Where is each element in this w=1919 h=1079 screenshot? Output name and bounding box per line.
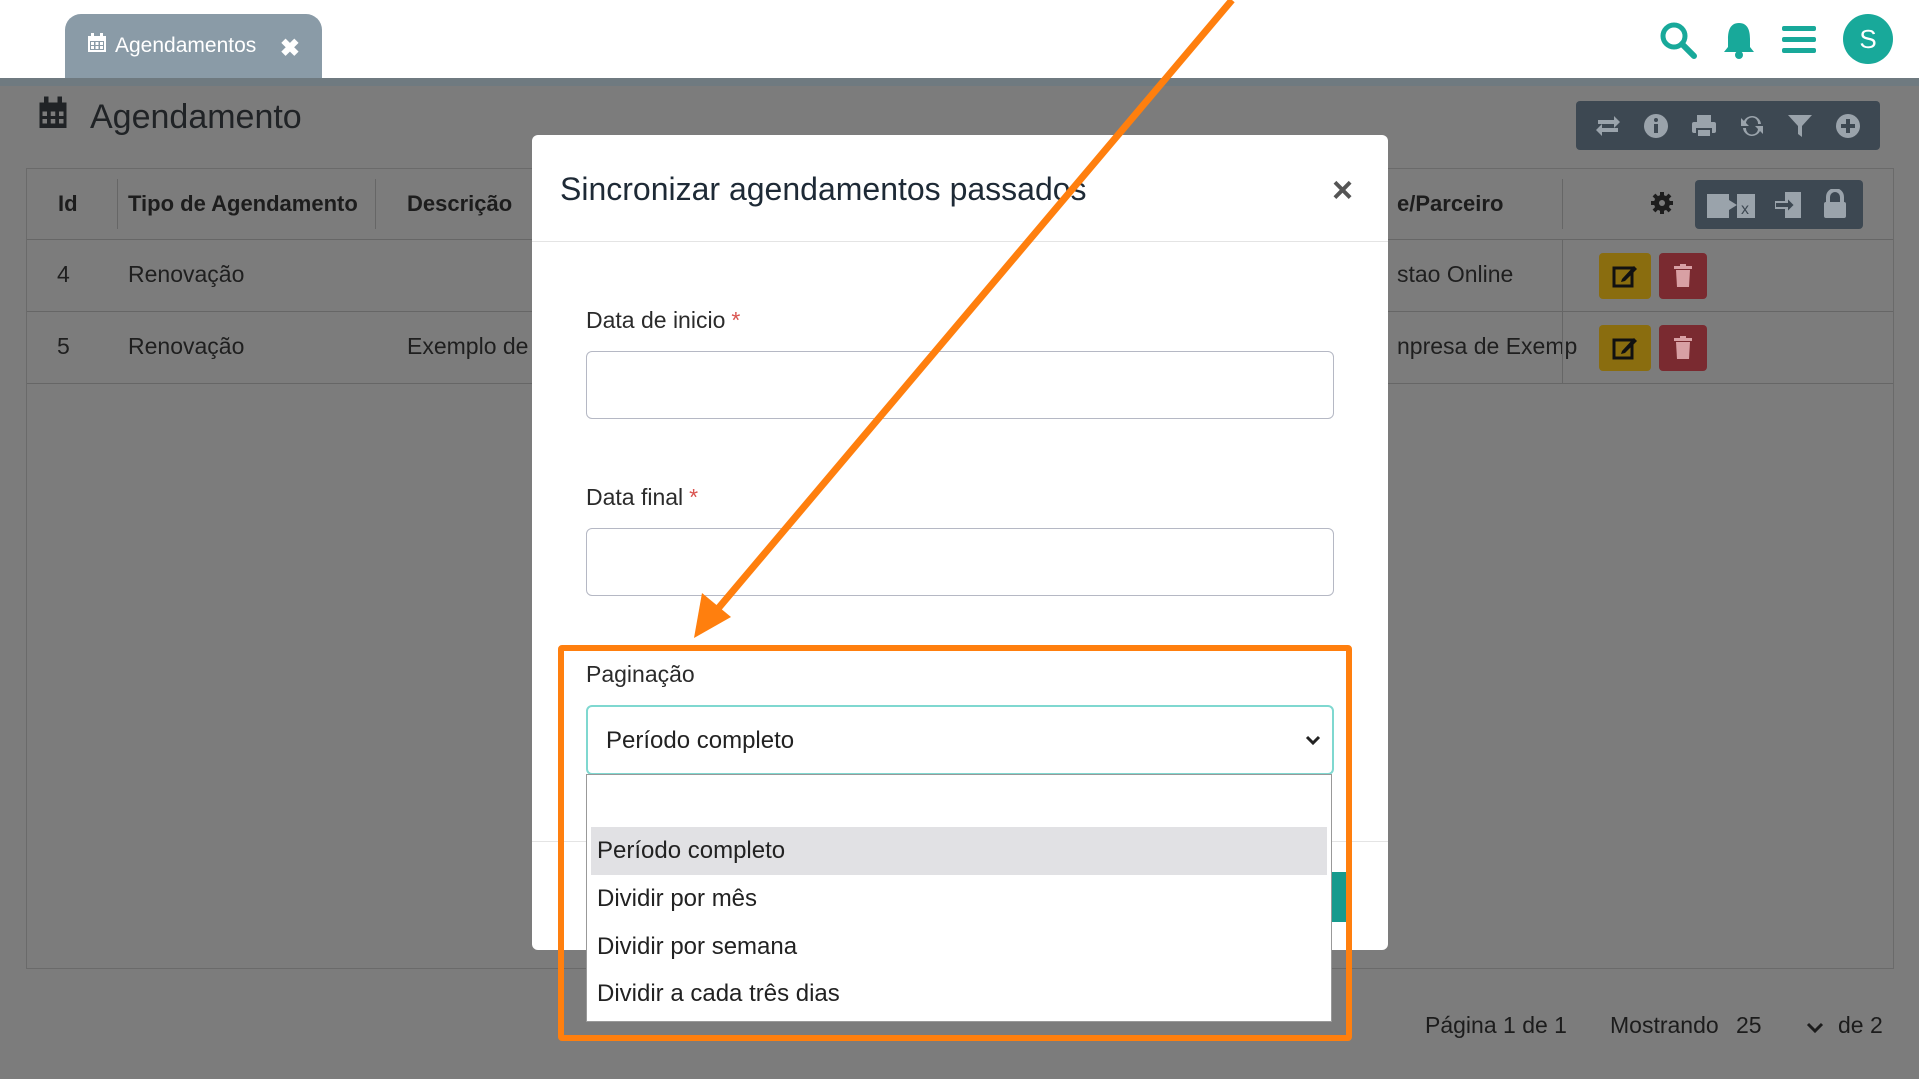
annotation-arrow	[694, 0, 1235, 638]
